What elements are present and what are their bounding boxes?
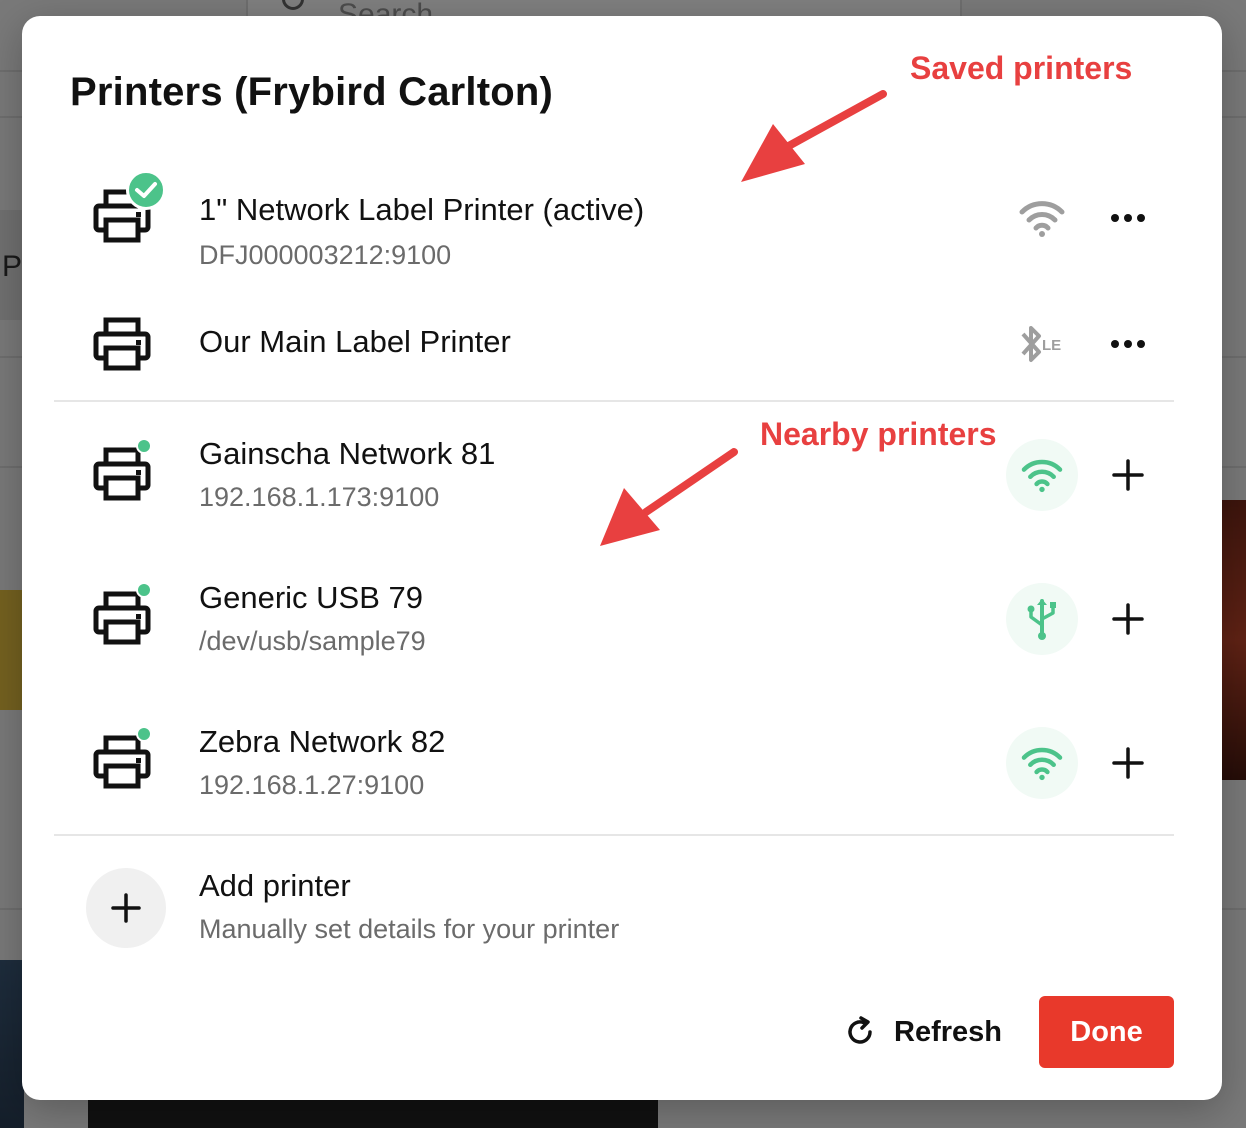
- add-nearby-printer-button[interactable]: [1100, 447, 1156, 503]
- saved-printers-annotation: Saved printers: [910, 50, 1133, 86]
- usb-icon: [1006, 583, 1078, 655]
- wifi-icon: [1006, 182, 1078, 254]
- add-printer-button[interactable]: [86, 868, 166, 948]
- plus-icon: [111, 893, 141, 923]
- add-printer-title[interactable]: Add printer: [199, 868, 351, 904]
- plus-icon: [1112, 459, 1144, 491]
- printer-name: Gainscha Network 81: [199, 436, 496, 471]
- online-status-dot: [136, 582, 152, 598]
- more-icon: [1111, 340, 1145, 348]
- printer-address: DFJ000003212:9100: [199, 240, 452, 270]
- printer-icon: [93, 317, 151, 371]
- printer-address: 192.168.1.173:9100: [199, 482, 440, 512]
- printer-name: Generic USB 79: [199, 580, 423, 615]
- saved-printer-row[interactable]: 1" Network Label Printer (active) DFJ000…: [54, 184, 1174, 304]
- svg-text:LE: LE: [1042, 337, 1061, 354]
- online-status-dot: [136, 726, 152, 742]
- refresh-button[interactable]: Refresh: [844, 1006, 1002, 1058]
- more-options-button[interactable]: [1100, 316, 1156, 372]
- dialog-title: Printers (Frybird Carlton): [70, 70, 554, 114]
- nearby-printer-row[interactable]: Zebra Network 82 192.168.1.27:9100: [54, 724, 1174, 850]
- refresh-label: Refresh: [894, 1015, 1002, 1048]
- printer-name: 1" Network Label Printer (active): [199, 192, 645, 227]
- bluetooth-le-icon: LE: [1006, 308, 1078, 380]
- add-printer-subtitle: Manually set details for your printer: [199, 914, 620, 944]
- annotation-arrow-icon: [600, 448, 738, 546]
- nearby-printers-annotation: Nearby printers: [760, 416, 997, 452]
- add-nearby-printer-button[interactable]: [1100, 591, 1156, 647]
- done-button[interactable]: Done: [1039, 996, 1174, 1068]
- plus-icon: [1112, 747, 1144, 779]
- saved-printer-row[interactable]: Our Main Label Printer LE: [54, 312, 1174, 432]
- printer-name: Our Main Label Printer: [199, 324, 511, 359]
- printer-address: /dev/usb/sample79: [199, 626, 426, 656]
- active-check-icon: [126, 170, 166, 210]
- printer-address: 192.168.1.27:9100: [199, 770, 425, 800]
- refresh-icon: [848, 1016, 872, 1044]
- printers-dialog: Printers (Frybird Carlton) 1" Network La…: [22, 16, 1222, 1100]
- online-status-dot: [136, 438, 152, 454]
- annotation-arrow-icon: [741, 90, 887, 182]
- wifi-icon: [1006, 439, 1078, 511]
- section-divider: [54, 834, 1174, 836]
- printer-name: Zebra Network 82: [199, 724, 446, 759]
- add-nearby-printer-button[interactable]: [1100, 735, 1156, 791]
- wifi-icon: [1006, 727, 1078, 799]
- section-divider: [54, 400, 1174, 402]
- nearby-printer-row[interactable]: Generic USB 79 /dev/usb/sample79: [54, 580, 1174, 706]
- more-options-button[interactable]: [1100, 190, 1156, 246]
- plus-icon: [1112, 603, 1144, 635]
- more-icon: [1111, 214, 1145, 222]
